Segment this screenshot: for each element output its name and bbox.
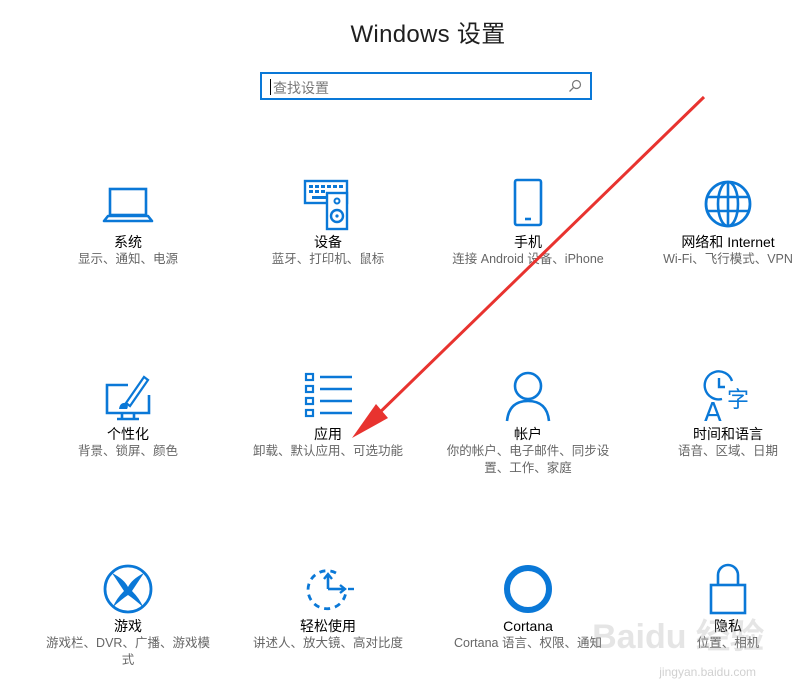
tile-devices[interactable]: 设备 蓝牙、打印机、鼠标 — [233, 177, 423, 268]
svg-text:A: A — [704, 398, 722, 425]
laptop-icon — [102, 187, 154, 223]
tile-cortana[interactable]: Cortana Cortana 语言、权限、通知 — [433, 561, 623, 652]
tile-name: 个性化 — [107, 426, 149, 442]
tile-name: 网络和 Internet — [681, 234, 775, 250]
tile-desc: 显示、通知、电源 — [77, 252, 178, 266]
tile-name: 设备 — [314, 234, 342, 250]
tile-desc: 讲述人、放大镜、高对比度 — [252, 636, 403, 650]
watermark-sub: jingyan.baidu.com — [659, 665, 756, 679]
tile-desc: 卸载、默认应用、可选功能 — [252, 444, 403, 458]
page-title: Windows 设置 — [350, 21, 506, 48]
svg-text:字: 字 — [727, 388, 749, 413]
search-input[interactable]: 查找设置 — [273, 78, 329, 98]
tile-desc: 蓝牙、打印机、鼠标 — [271, 252, 385, 266]
phone-icon — [513, 178, 543, 227]
tile-system[interactable]: 系统 显示、通知、电源 — [33, 177, 223, 268]
tile-time-language[interactable]: A 字 时间和语言 语音、区域、日期 — [633, 369, 794, 460]
tile-desc: 背景、锁屏、颜色 — [77, 444, 178, 458]
tile-apps[interactable]: 应用 卸载、默认应用、可选功能 — [233, 369, 423, 460]
person-icon — [505, 371, 551, 422]
tile-desc: 连接 Android 设备、iPhone — [452, 252, 604, 266]
keyboard-speaker-icon — [303, 179, 349, 231]
tile-desc: 游戏栏、DVR、广播、游戏模式 — [46, 636, 210, 667]
tile-desc: Wi-Fi、飞行模式、VPN — [663, 252, 793, 266]
tile-gaming[interactable]: 游戏 游戏栏、DVR、广播、游戏模式 — [33, 561, 223, 669]
search-box[interactable]: 查找设置 — [260, 72, 592, 100]
tile-name: 隐私 — [714, 618, 742, 634]
tile-ease-of-access[interactable]: 轻松使用 讲述人、放大镜、高对比度 — [233, 561, 423, 652]
tile-name: Cortana — [503, 618, 553, 634]
globe-icon — [704, 180, 752, 228]
paint-brush-icon — [105, 375, 151, 421]
tile-desc: 语音、区域、日期 — [677, 444, 778, 458]
tile-network[interactable]: 网络和 Internet Wi-Fi、飞行模式、VPN — [633, 177, 794, 268]
cortana-icon — [504, 565, 552, 613]
tile-name: 手机 — [514, 234, 542, 250]
app-list-icon — [304, 372, 352, 418]
tile-desc: Cortana 语言、权限、通知 — [454, 636, 602, 650]
tile-privacy[interactable]: 隐私 位置、相机 — [633, 561, 794, 652]
tile-name: 帐户 — [514, 426, 542, 442]
tile-phone[interactable]: 手机 连接 Android 设备、iPhone — [433, 177, 623, 268]
time-language-icon: A 字 — [703, 370, 749, 425]
search-icon[interactable] — [568, 79, 582, 93]
xbox-icon — [103, 564, 153, 614]
tile-personalization[interactable]: 个性化 背景、锁屏、颜色 — [33, 369, 223, 460]
text-caret — [270, 79, 271, 95]
tile-accounts[interactable]: 帐户 你的帐户、电子邮件、同步设置、工作、家庭 — [433, 369, 623, 477]
tile-name: 轻松使用 — [300, 618, 356, 634]
tile-desc: 你的帐户、电子邮件、同步设置、工作、家庭 — [446, 444, 610, 475]
tile-name: 系统 — [114, 234, 142, 250]
lock-icon — [709, 563, 747, 615]
tile-name: 时间和语言 — [693, 426, 763, 442]
tile-name: 游戏 — [114, 618, 142, 634]
ease-of-access-icon — [306, 569, 354, 611]
tile-name: 应用 — [314, 426, 342, 442]
tile-desc: 位置、相机 — [696, 636, 760, 650]
